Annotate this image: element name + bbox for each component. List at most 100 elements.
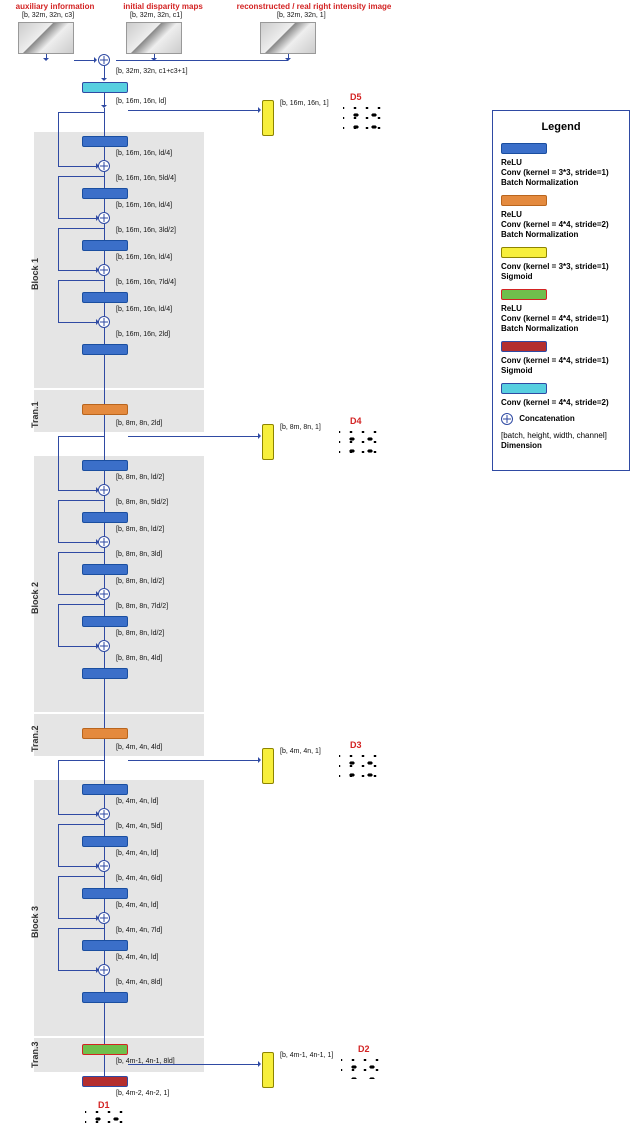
dim-label: [b, 16m, 16n, 1]	[280, 100, 329, 107]
arrow	[104, 93, 105, 107]
dim-label: [b, 4m, 4n, ld]	[116, 902, 158, 909]
skip-arrow	[58, 824, 104, 825]
input-label-aux: auxiliary information	[10, 2, 100, 11]
conv-blue	[82, 836, 128, 847]
conv-blue	[82, 888, 128, 899]
output-thumb-d3	[338, 754, 378, 780]
conv-orange	[82, 404, 128, 415]
legend-swatch-blue	[501, 143, 547, 154]
legend-text: ReLU	[501, 304, 621, 313]
skip-arrow	[58, 166, 98, 167]
legend-text: Conv (kernel = 4*4, stride=1)	[501, 356, 621, 365]
legend-text: [batch, height, width, channel]	[501, 431, 621, 440]
conv-yellow-d3	[262, 748, 274, 784]
arrow	[116, 60, 288, 61]
output-label-d2: D2	[358, 1044, 370, 1054]
dim-label: [b, 16m, 16n, ld]	[116, 98, 166, 105]
skip-arrow	[58, 646, 98, 647]
legend-swatch-cyan	[501, 383, 547, 394]
section-label-t3: Tran.3	[30, 1041, 40, 1068]
dim-label: [b, 16m, 16n, 2ld]	[116, 331, 170, 338]
dim-label: [b, 4m, 4n, 7ld]	[116, 927, 162, 934]
legend-text: Concatenation	[519, 414, 575, 423]
skip-arrow	[58, 436, 59, 490]
dim-label: [b, 4m, 4n, 4ld]	[116, 744, 162, 751]
conv-orange	[82, 728, 128, 739]
section-label-b3: Block 3	[30, 906, 40, 938]
dim-label: [b, 4m, 4n, 1]	[280, 748, 321, 755]
arrow	[104, 66, 105, 80]
dim-label: [b, 8m, 8n, ld/2]	[116, 526, 164, 533]
dim-label: [b, 32m, 32n, 1]	[277, 12, 326, 19]
arrow	[74, 60, 96, 61]
skip-arrow	[58, 322, 98, 323]
dim-label: [b, 4m, 4n, ld]	[116, 850, 158, 857]
section-label-t2: Tran.2	[30, 725, 40, 752]
dim-label: [b, 8m, 8n, 2ld]	[116, 420, 162, 427]
output-label-d3: D3	[350, 740, 362, 750]
dim-label: [b, 16m, 16n, ld/4]	[116, 306, 172, 313]
conv-blue	[82, 668, 128, 679]
legend-swatch-yellow	[501, 247, 547, 258]
dim-label: [b, 4m, 4n, 8ld]	[116, 979, 162, 986]
dim-label: [b, 8m, 8n, ld/2]	[116, 630, 164, 637]
legend-text: ReLU	[501, 158, 621, 167]
input-label-disp: initial disparity maps	[118, 2, 208, 11]
arrow	[154, 54, 155, 60]
skip-arrow	[58, 490, 98, 491]
legend-text: Conv (kernel = 3*3, stride=1)	[501, 262, 621, 271]
skip-arrow	[58, 436, 104, 437]
section-label-b1: Block 1	[30, 258, 40, 290]
skip-arrow	[58, 876, 59, 918]
legend-swatch-concat	[501, 413, 513, 425]
output-label-d5: D5	[350, 92, 362, 102]
skip-arrow	[58, 604, 59, 646]
legend-text: Batch Normalization	[501, 324, 621, 333]
section-label-t1: Tran.1	[30, 401, 40, 428]
dim-label: [b, 8m, 8n, 5ld/2]	[116, 499, 168, 506]
input-thumb-recon	[260, 22, 316, 54]
conv-red	[82, 1076, 128, 1087]
conv-blue	[82, 292, 128, 303]
skip-arrow	[58, 228, 59, 270]
skip-arrow	[58, 760, 59, 814]
conv-blue	[82, 992, 128, 1003]
skip-arrow	[58, 218, 98, 219]
dim-label: [b, 16m, 16n, 5ld/4]	[116, 175, 176, 182]
skip-arrow	[58, 500, 59, 542]
skip-arrow	[58, 552, 59, 594]
dim-label: [b, 8m, 8n, ld/2]	[116, 578, 164, 585]
legend-title: Legend	[501, 121, 621, 133]
output-thumb-d5	[342, 106, 382, 132]
dim-label: [b, 16m, 16n, ld/4]	[116, 254, 172, 261]
skip-arrow	[58, 112, 59, 166]
dim-label: [b, 32m, 32n, c1]	[130, 12, 182, 19]
dim-label: [b, 8m, 8n, 7ld/2]	[116, 603, 168, 610]
skip-arrow	[58, 918, 98, 919]
input-thumb-disp	[126, 22, 182, 54]
conv-blue	[82, 564, 128, 575]
conv-blue	[82, 136, 128, 147]
skip-arrow	[58, 176, 59, 218]
skip-arrow	[58, 970, 98, 971]
dim-label: [b, 16m, 16n, 3ld/2]	[116, 227, 176, 234]
dim-label: [b, 4m, 4n, ld]	[116, 954, 158, 961]
legend-text: Dimension	[501, 441, 621, 450]
skip-arrow	[58, 176, 104, 177]
dim-label: [b, 16m, 16n, ld/4]	[116, 202, 172, 209]
conv-green	[82, 1044, 128, 1055]
dim-label: [b, 8m, 8n, 4ld]	[116, 655, 162, 662]
legend-text: ReLU	[501, 210, 621, 219]
skip-arrow	[58, 814, 98, 815]
output-thumb-d1	[84, 1110, 124, 1126]
skip-arrow	[58, 928, 104, 929]
skip-arrow	[58, 280, 59, 322]
legend-swatch-orange	[501, 195, 547, 206]
skip-arrow	[58, 552, 104, 553]
conv-cyan	[82, 82, 128, 93]
skip-arrow	[58, 270, 98, 271]
dim-label: [b, 16m, 16n, 7ld/4]	[116, 279, 176, 286]
legend-text: Batch Normalization	[501, 230, 621, 239]
legend-text: Sigmoid	[501, 272, 621, 281]
skip-arrow	[58, 594, 98, 595]
